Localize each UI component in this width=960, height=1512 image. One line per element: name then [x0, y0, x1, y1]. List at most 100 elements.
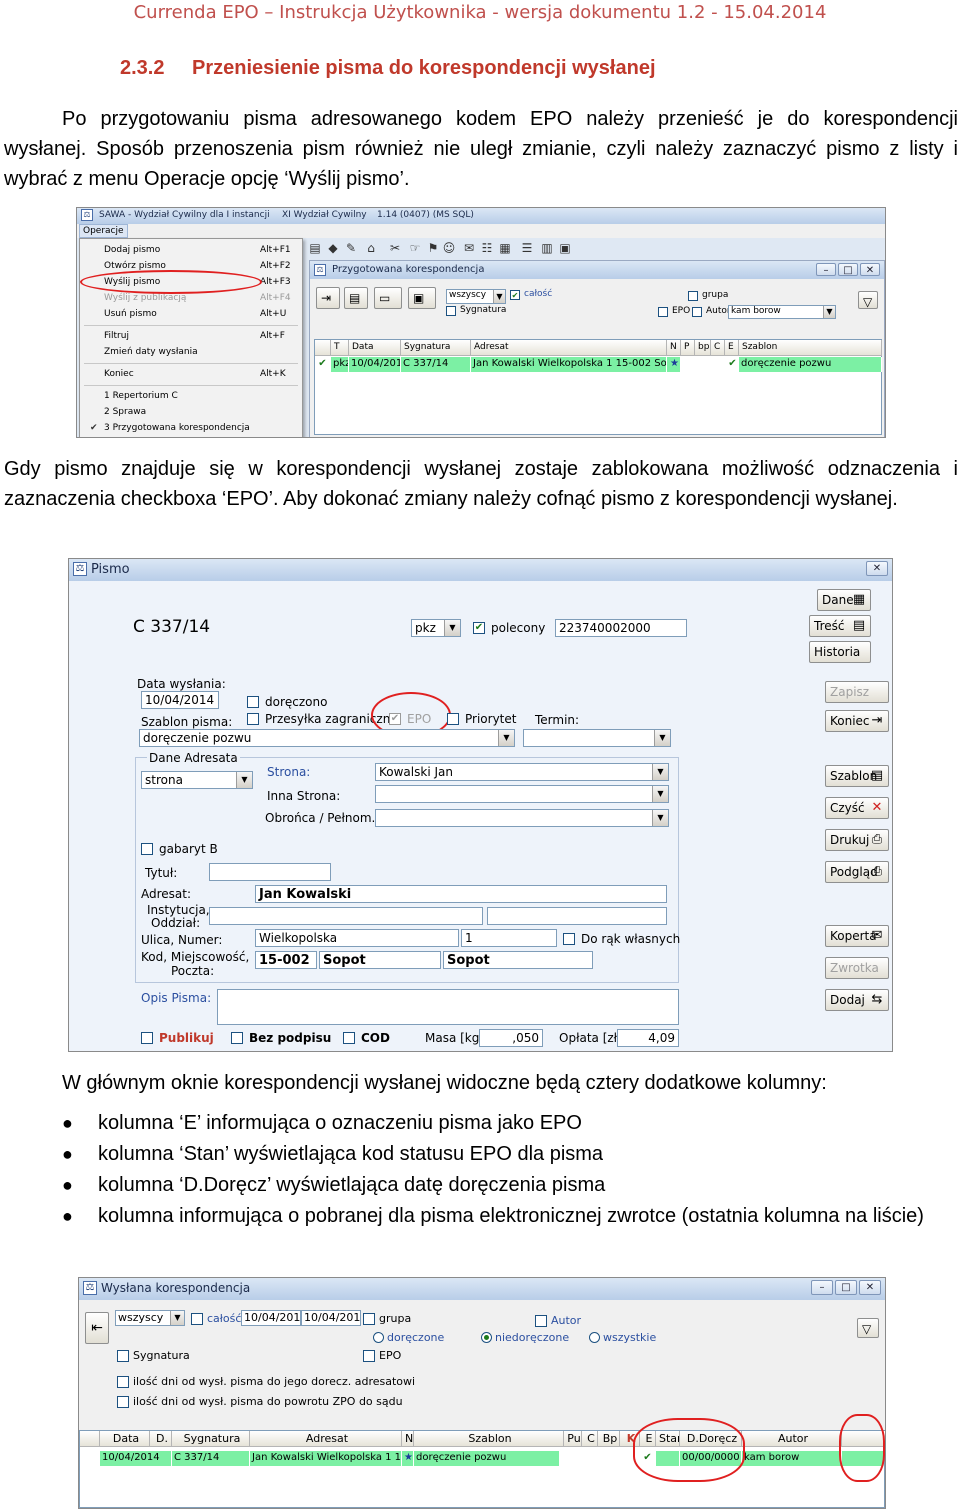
strona-combo[interactable]: Kowalski Jan ▼ [375, 763, 669, 781]
author-filter-combo[interactable]: wszyscy ▼ [446, 289, 506, 304]
cell-adresat[interactable]: Jan Kowalski Wielkopolska 1 15-002 Sopot… [471, 357, 667, 372]
toolbar-hand-icon[interactable]: ☞ [407, 240, 423, 256]
menu-item[interactable]: Filtruj Alt+F [82, 329, 300, 343]
screen-icon[interactable]: ▭ [374, 287, 402, 309]
koniec-button[interactable]: Koniec ⇥ [825, 710, 889, 732]
menu-item[interactable]: Zmień daty wysłania [82, 345, 300, 359]
szablon-button[interactable]: Szablon ▤ [825, 765, 889, 787]
termin-combo[interactable]: ▼ [523, 729, 671, 747]
sygnatura-checkbox[interactable] [117, 1350, 129, 1362]
cell-n[interactable]: ★ [402, 1451, 414, 1466]
minimize-button[interactable]: – [811, 1280, 833, 1295]
close-button[interactable]: ✕ [860, 263, 880, 276]
przesylka-zagraniczna-checkbox[interactable] [247, 713, 259, 725]
priorytet-checkbox[interactable] [447, 713, 459, 725]
doc-icon[interactable]: ▤ [344, 287, 368, 309]
menu-item[interactable]: 3 Przygotowana korespondencja ✔ [82, 421, 300, 435]
maximize-button[interactable]: □ [835, 1280, 857, 1295]
ulica-field[interactable]: Wielkopolska [255, 929, 459, 947]
grid-header-cell[interactable]: Bp [598, 1431, 620, 1447]
koperta-button[interactable]: Koperta ✉ [825, 925, 889, 947]
toolbar-tool-icon[interactable]: ✂ [387, 240, 403, 256]
grid-header-cell[interactable]: N [402, 1431, 414, 1447]
cell-c[interactable] [582, 1451, 596, 1466]
kod-field[interactable]: 15-002 [255, 951, 317, 969]
grid-header-cell[interactable]: Adresat [471, 340, 667, 356]
cell-t[interactable]: pkz [331, 357, 349, 372]
menu-item[interactable]: Koniec Alt+K [82, 367, 300, 381]
grid-header-cell[interactable]: Szablon [739, 340, 882, 356]
poczta-field[interactable]: Sopot [443, 951, 593, 969]
toolbar-sign-icon[interactable]: ☷ [479, 240, 495, 256]
shipment-number-field[interactable]: 223740002000 [555, 619, 687, 637]
cell-bp[interactable] [695, 357, 711, 372]
grid-header-cell[interactable]: Data [349, 340, 401, 356]
miejscowosc-field[interactable]: Sopot [319, 951, 441, 969]
toolbar-court-icon[interactable]: ⌂ [363, 240, 379, 256]
author-filter-combo[interactable]: wszyscy ▼ [115, 1310, 185, 1326]
cell-data[interactable]: 10/04/2014 [100, 1451, 172, 1466]
row-select-checkbox[interactable] [82, 1451, 96, 1466]
cell-pu[interactable] [564, 1451, 580, 1466]
numer-domu-field[interactable]: 1 [461, 929, 557, 947]
cell-adresat[interactable]: Jan Kowalski Wielkopolska 1 15-0 [250, 1451, 402, 1466]
calosc-checkbox[interactable]: ✔ [510, 290, 520, 300]
cell-ddorecz[interactable]: 00/00/0000 [680, 1451, 742, 1466]
tytul-field[interactable] [209, 863, 331, 881]
grid-header-cell[interactable]: Data [100, 1431, 150, 1447]
opis-pisma-field[interactable] [217, 989, 679, 1025]
calosc-checkbox[interactable] [191, 1313, 203, 1325]
return-letter-icon[interactable]: ⇤ [85, 1312, 109, 1344]
zapisz-button[interactable]: Zapisz [825, 681, 889, 703]
toolbar-grid-icon[interactable]: ▥ [539, 240, 555, 256]
menu-item[interactable]: Dodaj pismo Alt+F1 [82, 243, 300, 257]
menu-item[interactable]: Wyślij pismo Alt+F3 [82, 275, 300, 289]
cell-zwrotka[interactable] [842, 1451, 884, 1466]
send-icon[interactable]: ⇥ [316, 287, 340, 309]
type-combo[interactable]: pkz ▼ [411, 619, 461, 637]
grid-header-cell[interactable]: K [620, 1431, 640, 1447]
grid-header-cell[interactable]: N [667, 340, 681, 356]
pismo-close-button[interactable]: ✕ [866, 561, 888, 576]
toolbar-print-icon[interactable]: ▤ [307, 240, 323, 256]
czysc-button[interactable]: Czyść ✕ [825, 797, 889, 819]
cell-k[interactable] [620, 1451, 634, 1466]
sygnatura-checkbox[interactable] [446, 306, 456, 316]
grid-header-cell[interactable]: E [725, 340, 739, 356]
menu-item[interactable]: Otwórz pismo Alt+F2 [82, 259, 300, 273]
menu-item[interactable]: Wyślij z publikacją Alt+F4 [82, 291, 300, 305]
cell-p[interactable] [681, 357, 695, 372]
minimize-button[interactable]: – [816, 263, 836, 276]
menu-operacje[interactable]: Operacje [79, 224, 128, 238]
grid-header-cell[interactable]: Sygnatura [172, 1431, 250, 1447]
date-to-field[interactable]: 10/04/2014 [301, 1310, 361, 1326]
toolbar-user-icon[interactable]: ☺ [441, 240, 457, 256]
oplata-field[interactable]: 4,09 [617, 1029, 679, 1047]
niedoreczone-radio[interactable] [481, 1332, 492, 1343]
grupa-checkbox[interactable] [688, 291, 698, 301]
cell-szablon[interactable]: doręczenie pozwu [739, 357, 882, 372]
grid-header-cell[interactable]: bp [695, 340, 711, 356]
menu-item[interactable]: 1 Repertorium C [82, 389, 300, 403]
drukuj-button[interactable]: Drukuj ⎙ [825, 829, 889, 851]
data-wyslania-field[interactable]: 10/04/2014 [141, 691, 219, 709]
grid-header-cell[interactable]: C [582, 1431, 598, 1447]
grid-header-cell[interactable] [842, 1431, 885, 1447]
cell-stan[interactable] [656, 1451, 680, 1466]
image-icon[interactable]: ▣ [408, 287, 436, 309]
szablon-combo[interactable]: doręczenie pozwu ▼ [139, 729, 515, 747]
cell-n[interactable]: ★ [667, 357, 681, 372]
grid-header-cell[interactable]: D. [150, 1431, 172, 1447]
date-from-field[interactable]: 10/04/2014 [241, 1310, 301, 1326]
polecony-checkbox[interactable]: ✔ [473, 622, 485, 634]
autor-checkbox[interactable] [535, 1315, 547, 1327]
gabaryt-checkbox[interactable] [141, 843, 153, 855]
maximize-button[interactable]: □ [838, 263, 858, 276]
cell-data[interactable]: 10/04/2014 [349, 357, 401, 372]
doreczono-checkbox[interactable] [247, 696, 259, 708]
bez-podpisu-checkbox[interactable] [231, 1032, 243, 1044]
toolbar-stamp-icon[interactable]: ◆ [325, 240, 341, 256]
grid-header-cell[interactable]: P [681, 340, 695, 356]
doreczone-radio[interactable] [373, 1332, 384, 1343]
cell-sygnatura[interactable]: C 337/14 [401, 357, 471, 372]
